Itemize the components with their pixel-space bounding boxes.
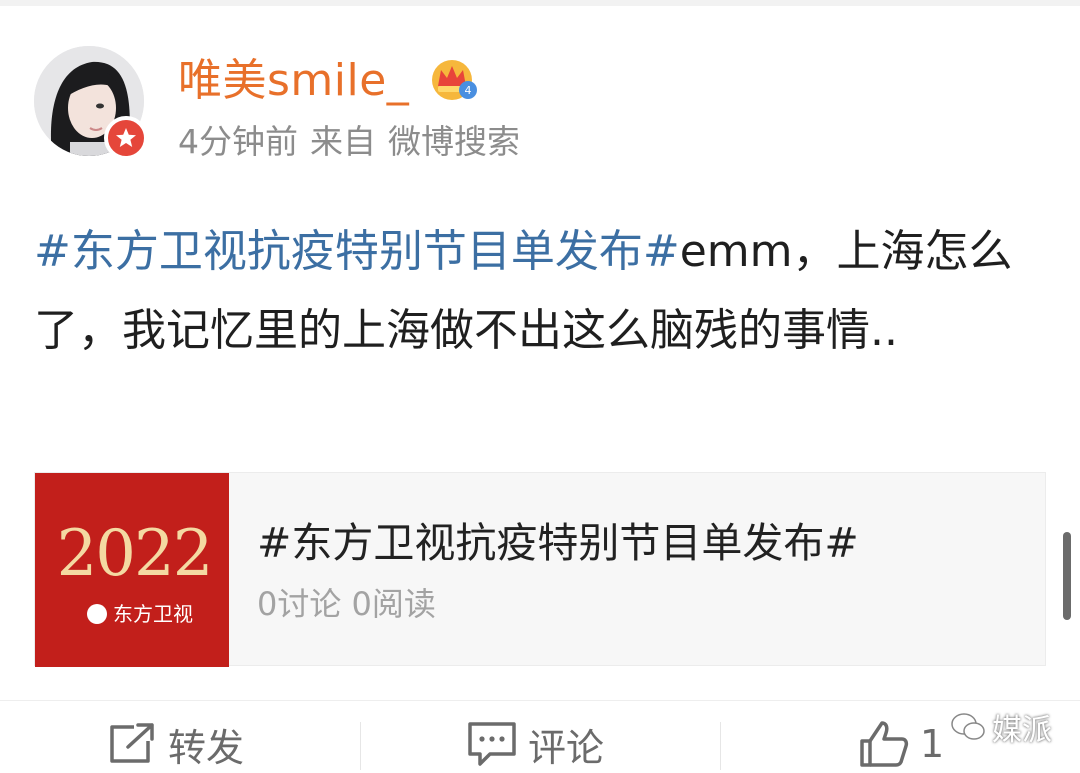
card-image-year: 2022 xyxy=(56,517,214,591)
crown-level-icon[interactable]: 4 xyxy=(430,56,478,104)
action-separator xyxy=(360,722,361,770)
topic-card[interactable]: 2022 东方卫视 #东方卫视抗疫特别节目单发布# 0讨论 0阅读 xyxy=(34,472,1046,667)
like-count: 1 xyxy=(920,722,945,766)
comment-button[interactable]: 评论 xyxy=(466,715,604,773)
source-prefix: 来自 xyxy=(310,122,376,161)
repost-button[interactable]: 转发 xyxy=(106,715,244,773)
dragon-tv-logo-icon xyxy=(87,604,107,624)
comment-icon xyxy=(468,722,516,766)
svg-text:4: 4 xyxy=(465,84,472,97)
repost-label: 转发 xyxy=(168,725,245,770)
topic-card-title: #东方卫视抗疫特别节目单发布# xyxy=(257,519,859,567)
scrollbar[interactable] xyxy=(1063,532,1071,620)
wechat-icon xyxy=(951,713,985,740)
username[interactable]: 唯美smile_ xyxy=(178,52,409,110)
action-divider xyxy=(0,700,1080,701)
topic-card-image: 2022 东方卫视 xyxy=(35,473,229,667)
post-time: 4分钟前 xyxy=(178,122,298,161)
topic-card-stats: 0讨论 0阅读 xyxy=(257,585,436,623)
watermark-text: 媒派 xyxy=(992,713,1052,748)
watermark: 媒派 xyxy=(950,705,1052,749)
like-button[interactable]: 1 xyxy=(858,715,944,773)
share-icon xyxy=(110,723,154,763)
post-hashtag-link[interactable]: #东方卫视抗疫特别节目单发布# xyxy=(34,226,680,277)
card-image-logo: 东方卫视 xyxy=(87,601,193,627)
source-link[interactable]: 微博搜索 xyxy=(388,122,520,161)
post-body: #东方卫视抗疫特别节目单发布#emm，上海怎么了，我记忆里的上海做不出这么脑残的… xyxy=(34,212,1049,370)
card-image-logo-text: 东方卫视 xyxy=(113,602,193,626)
verified-badge-icon xyxy=(104,116,148,160)
thumbs-up-icon xyxy=(860,721,909,767)
top-border xyxy=(0,0,1080,6)
comment-label: 评论 xyxy=(528,725,605,770)
post-meta: 4分钟前 来自 微博搜索 xyxy=(178,118,532,166)
action-separator xyxy=(720,722,721,770)
